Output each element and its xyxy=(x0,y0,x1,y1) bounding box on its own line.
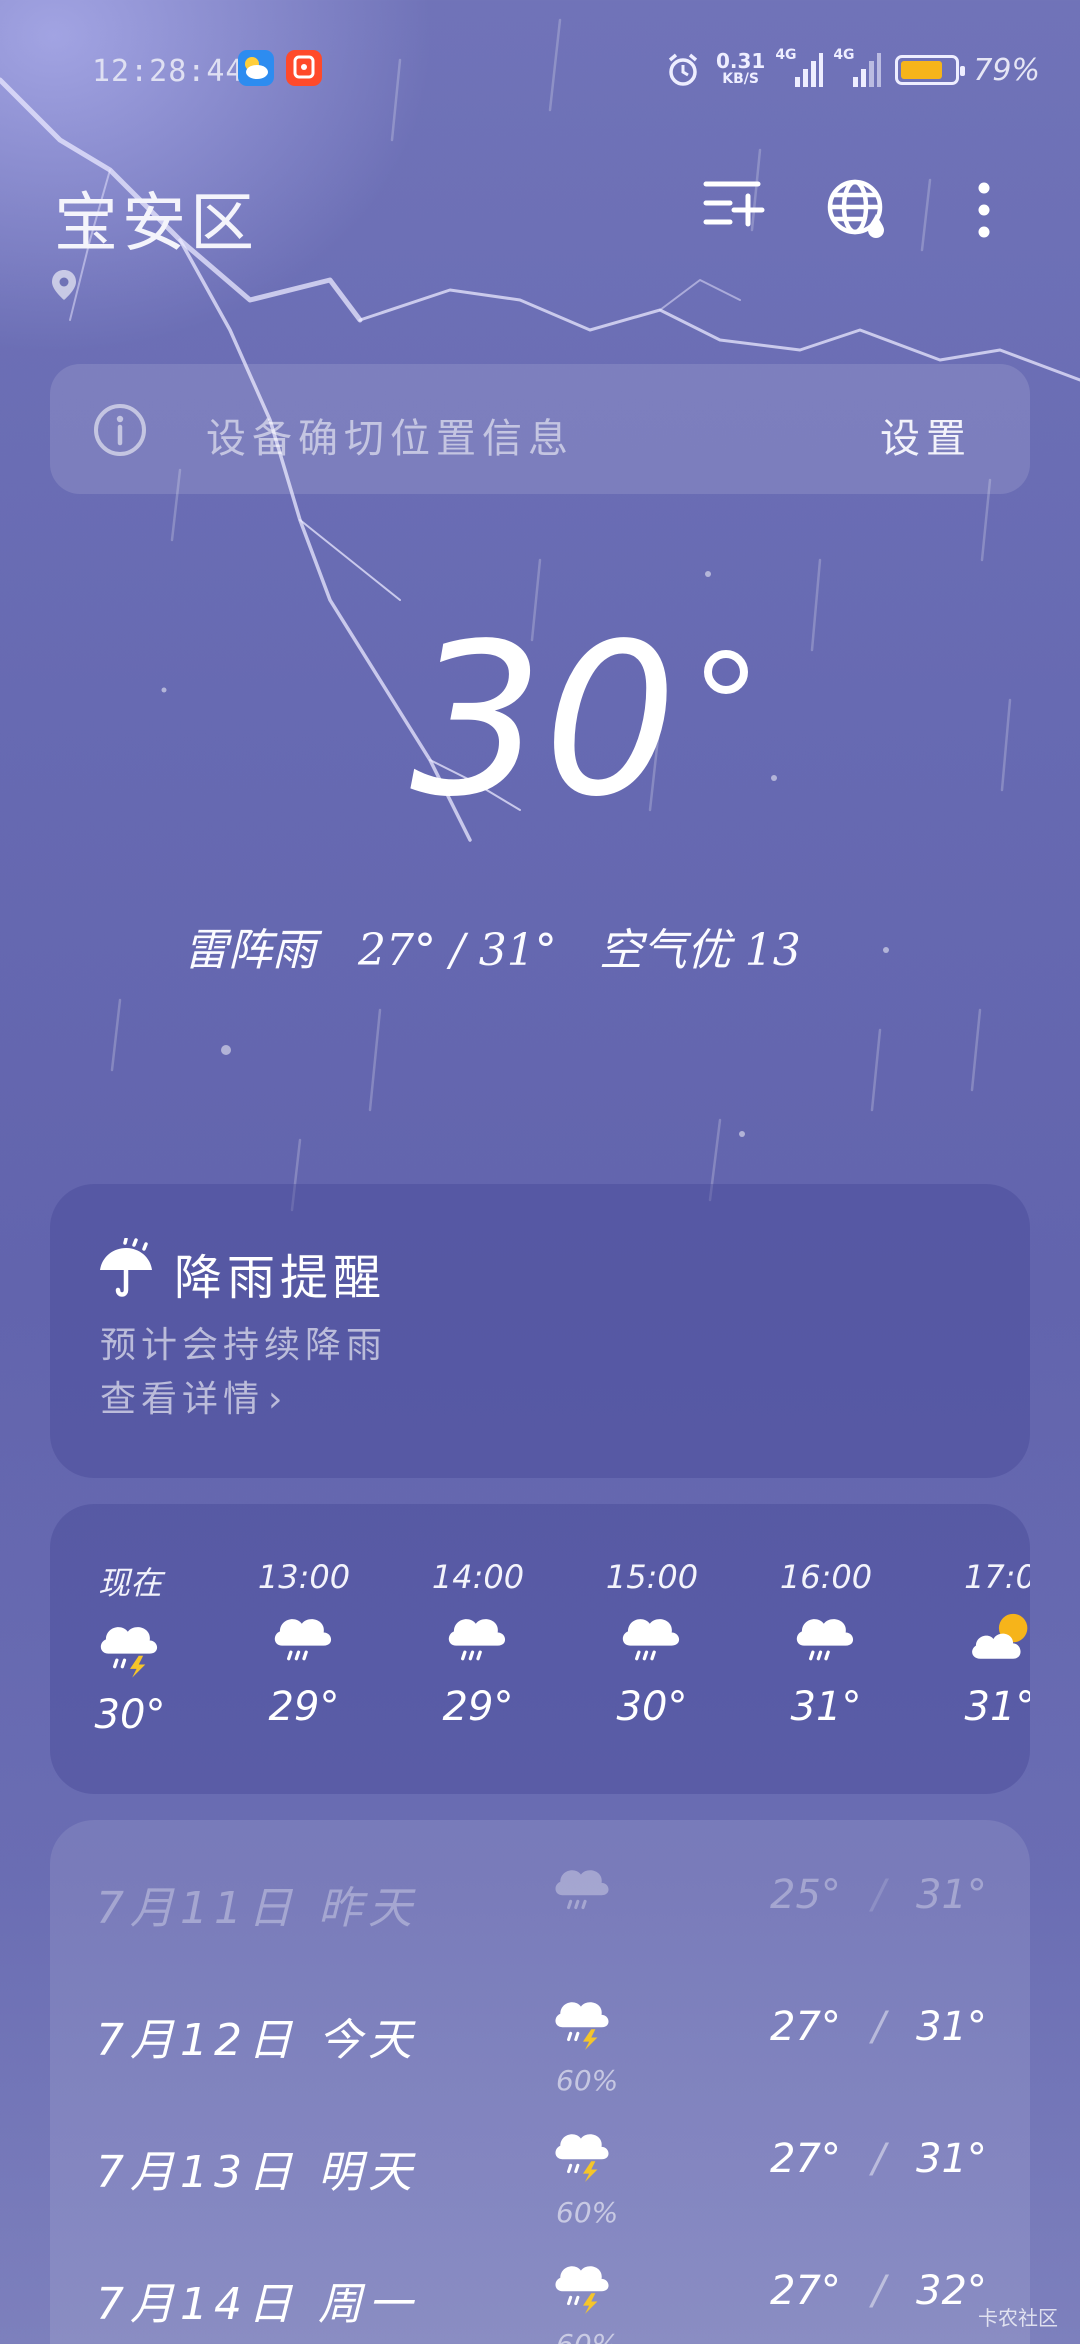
daily-low: 25° xyxy=(770,1872,841,1918)
hourly-item[interactable]: 13:00 29° xyxy=(234,1558,374,1730)
hourly-item[interactable]: 17:0 31° xyxy=(930,1558,1030,1730)
daily-row[interactable]: 7月11日 昨天 25° / 31° xyxy=(50,1846,1030,1956)
current-temperature: 30 xyxy=(410,598,678,843)
status-time: 12:28:44 xyxy=(92,54,245,89)
status-bar: 12:28:44 0.31 KB/S 4G 4G 79% xyxy=(0,40,1080,100)
battery-icon xyxy=(895,55,966,85)
daily-low: 27° xyxy=(770,2004,841,2050)
network-speed: 0.31 KB/S xyxy=(715,49,766,87)
rain-alert-message: 预计会持续降雨 xyxy=(100,1325,388,1366)
daily-precip-chance: 60% xyxy=(556,2196,619,2229)
rain-icon xyxy=(582,1606,722,1680)
hourly-item[interactable]: 15:00 30° xyxy=(582,1558,722,1730)
daily-high: 32° xyxy=(916,2268,987,2314)
battery-percent: 79% xyxy=(973,52,1040,88)
signal-strength-icon-1: 4G xyxy=(775,47,824,87)
daily-forecast[interactable]: 7月11日 昨天 25°/31° 7月12日 今天 60% 27°/31° 7月13日 明… xyxy=(50,1820,1030,2344)
hourly-temp: 29° xyxy=(268,1684,340,1730)
hourly-item[interactable]: 14:00 29° xyxy=(408,1558,548,1730)
daily-date: 7月13日 明天 xyxy=(96,2147,418,2198)
hourly-temp: 30° xyxy=(616,1684,688,1730)
watermark: 卡农社区 xyxy=(978,2306,1058,2330)
thunderstorm-icon xyxy=(60,1614,200,1688)
daily-row[interactable]: 7月13日 明天 60% 27° / 31° xyxy=(50,2110,1030,2229)
rain-icon xyxy=(408,1606,548,1680)
partly-cloudy-icon xyxy=(930,1606,1030,1680)
umbrella-rain-icon xyxy=(100,1238,152,1297)
location-settings-button[interactable]: 设置 xyxy=(880,406,972,464)
battery-level-fill xyxy=(901,61,943,79)
range-separator: / xyxy=(872,2004,886,2050)
chevron-right-icon: › xyxy=(268,1379,288,1420)
globe-icon[interactable] xyxy=(826,178,892,242)
thunderstorm-icon xyxy=(550,1990,616,2056)
daily-low: 27° xyxy=(770,2136,841,2182)
location-pin-icon xyxy=(52,270,76,300)
signal-strength-icon-2: 4G xyxy=(833,47,882,87)
location-banner-text: 设备确切位置信息 xyxy=(206,416,574,462)
current-summary: 雷阵雨 27° / 31° 空气优 13 xyxy=(184,914,801,978)
shopping-app-notification-icon xyxy=(286,50,322,86)
hourly-time: 16:00 xyxy=(779,1558,873,1596)
alarm-icon xyxy=(668,53,698,86)
hourly-item[interactable]: 16:00 31° xyxy=(756,1558,896,1730)
current-condition: 雷阵雨 xyxy=(184,925,316,976)
hourly-time: 13:00 xyxy=(257,1558,351,1596)
daily-precip-chance: 60% xyxy=(556,2328,618,2344)
range-separator: / xyxy=(872,1872,886,1918)
more-icon[interactable] xyxy=(972,180,996,240)
city-manage-icon[interactable] xyxy=(700,176,766,230)
hourly-time: 15:00 xyxy=(605,1558,699,1596)
rain-alert-details-link[interactable]: 查看详情 › xyxy=(100,1370,287,1422)
weather-app-notification-icon xyxy=(238,50,274,86)
daily-high: 31° xyxy=(916,2004,987,2050)
daily-row[interactable]: 7月14日 周一 60% 27° / 32° xyxy=(50,2242,1030,2344)
hourly-item[interactable]: 现在 30° xyxy=(60,1558,200,1738)
hourly-temp: 31° xyxy=(964,1684,1030,1730)
hourly-time: 14:00 xyxy=(431,1558,525,1596)
daily-precip-chance: 60% xyxy=(556,2064,619,2097)
degree-symbol xyxy=(704,650,748,694)
range-separator: / xyxy=(872,2136,886,2182)
daily-date: 7月14日 周一 xyxy=(96,2279,418,2330)
daily-high: 31° xyxy=(916,1872,987,1918)
daily-low: 27° xyxy=(770,2268,841,2314)
range-separator: / xyxy=(872,2268,886,2314)
rain-icon xyxy=(234,1606,374,1680)
rain-icon xyxy=(756,1606,896,1680)
daily-high: 31° xyxy=(916,2136,987,2182)
rain-alert-card[interactable]: 降雨提醒 预计会持续降雨 查看详情 › xyxy=(50,1184,1030,1478)
daily-date: 7月11日 昨天 xyxy=(96,1883,418,1934)
rain-alert-title: 降雨提醒 xyxy=(174,1250,387,1306)
city-name[interactable]: 宝安区 xyxy=(54,172,258,264)
thunderstorm-icon xyxy=(550,2254,616,2320)
today-temp-range: 27° / 31° xyxy=(357,925,557,976)
air-quality[interactable]: 空气优 13 xyxy=(599,925,801,976)
hourly-temp: 29° xyxy=(442,1684,514,1730)
hourly-time: 现在 xyxy=(97,1564,162,1602)
info-icon xyxy=(94,404,146,456)
hourly-temp: 30° xyxy=(94,1692,166,1738)
daily-date: 7月12日 今天 xyxy=(96,2015,418,2066)
hourly-time: 17:0 xyxy=(964,1558,1030,1596)
rain-icon xyxy=(550,1858,616,1924)
status-indicators: 0.31 KB/S 4G 4G 79% xyxy=(664,47,1040,92)
hourly-temp: 31° xyxy=(790,1684,862,1730)
hourly-forecast[interactable]: 现在 30° 13:00 29° 14:00 29° 15:00 30° 16:00 31° 17:… xyxy=(50,1504,1030,1794)
location-permission-banner: 设备确切位置信息 设置 xyxy=(50,364,1030,494)
thunderstorm-icon xyxy=(550,2122,616,2188)
daily-row[interactable]: 7月12日 今天 60% 27° / 31° xyxy=(50,1978,1030,2097)
